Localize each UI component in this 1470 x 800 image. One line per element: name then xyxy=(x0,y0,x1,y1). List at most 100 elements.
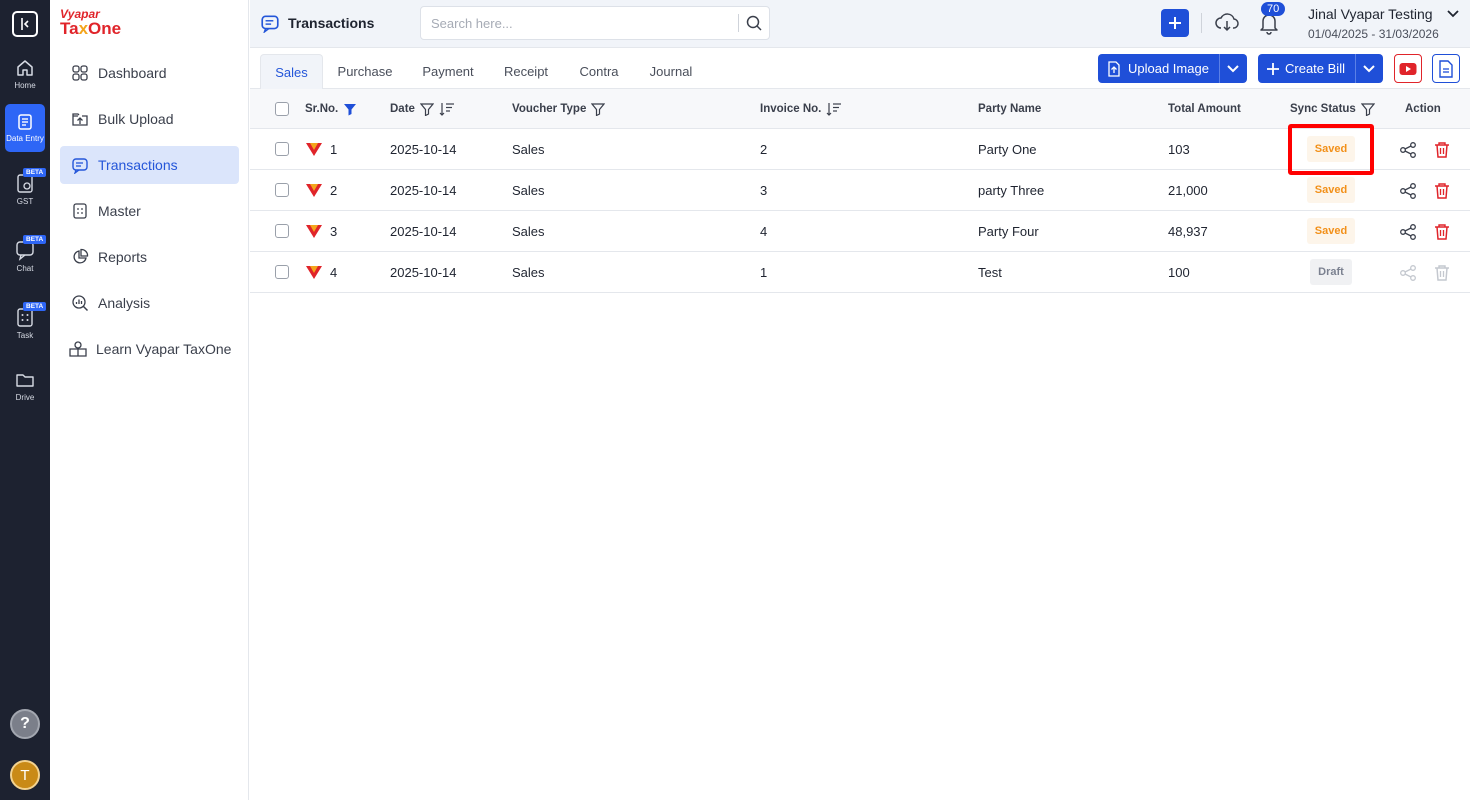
chevron-down-icon xyxy=(1363,64,1376,72)
filter-icon[interactable] xyxy=(1360,102,1375,116)
create-bill-button[interactable]: Create Bill xyxy=(1258,54,1383,83)
collapse-sidebar-icon[interactable] xyxy=(12,11,38,37)
row-checkbox[interactable] xyxy=(275,183,289,197)
create-bill-dropdown-toggle[interactable] xyxy=(1354,54,1383,83)
cell-sr-no: 2 xyxy=(330,182,338,198)
rail-item-chat[interactable]: BETA Chat xyxy=(0,235,50,274)
nav-item-bulk-upload[interactable]: Bulk Upload xyxy=(60,100,239,138)
rail-label: Drive xyxy=(15,393,35,402)
upload-icon xyxy=(70,109,90,129)
cell-sr-no: 1 xyxy=(330,141,338,157)
row-checkbox[interactable] xyxy=(275,265,289,279)
page-title: Transactions xyxy=(288,15,375,31)
delete-icon[interactable] xyxy=(1434,182,1450,203)
pie-chart-icon xyxy=(70,247,90,267)
cell-voucher-type: Sales xyxy=(512,182,545,198)
rail-item-task[interactable]: BETA Task xyxy=(0,302,50,341)
share-icon xyxy=(1399,264,1417,285)
nav-item-transactions[interactable]: Transactions xyxy=(60,146,239,184)
rail-item-data-entry[interactable]: Data Entry xyxy=(0,104,50,152)
nav-item-learn[interactable]: Learn Vyapar TaxOne xyxy=(60,330,239,368)
upload-image-button[interactable]: Upload Image xyxy=(1098,54,1247,83)
delete-icon[interactable] xyxy=(1434,141,1450,162)
table-row[interactable]: 3 2025-10-14 Sales 4 Party Four 48,937 S… xyxy=(250,211,1470,252)
column-total-amount: Total Amount xyxy=(1168,89,1241,129)
table-row[interactable]: 1 2025-10-14 Sales 2 Party One 103 Saved xyxy=(250,129,1470,170)
add-button[interactable] xyxy=(1161,9,1189,37)
share-icon[interactable] xyxy=(1399,141,1417,162)
nav-label: Dashboard xyxy=(98,65,167,81)
folder-icon xyxy=(16,374,34,387)
rail-label: GST xyxy=(16,197,34,206)
delete-icon[interactable] xyxy=(1434,223,1450,244)
avatar[interactable]: T xyxy=(10,760,40,790)
nav-item-reports[interactable]: Reports xyxy=(60,238,239,276)
header-divider xyxy=(1201,13,1202,33)
table-row[interactable]: 4 2025-10-14 Sales 1 Test 100 Draft xyxy=(250,252,1470,293)
sort-icon[interactable] xyxy=(439,101,455,117)
cloud-download-icon[interactable] xyxy=(1215,12,1239,37)
cell-party-name: party Three xyxy=(978,182,1045,198)
column-sync-status: Sync Status xyxy=(1290,89,1375,129)
filter-icon[interactable] xyxy=(591,102,606,116)
tab-sales[interactable]: Sales xyxy=(260,54,323,89)
cell-party-name: Party Four xyxy=(978,223,1039,239)
dashboard-icon xyxy=(70,63,90,83)
logo-bottom: TaxOne xyxy=(60,19,122,38)
filter-icon[interactable] xyxy=(419,102,434,116)
search-input[interactable] xyxy=(421,7,721,39)
tab-contra[interactable]: Contra xyxy=(570,54,628,89)
cell-date: 2025-10-14 xyxy=(390,223,457,239)
beta-badge: BETA xyxy=(23,235,47,244)
nav-label: Transactions xyxy=(98,157,178,173)
tab-journal[interactable]: Journal xyxy=(640,54,702,89)
row-checkbox[interactable] xyxy=(275,142,289,156)
vyapar-logo-icon xyxy=(305,129,323,169)
sort-icon[interactable] xyxy=(826,101,842,117)
nav-item-master[interactable]: Master xyxy=(60,192,239,230)
select-all-checkbox[interactable] xyxy=(275,102,289,116)
home-icon xyxy=(17,60,33,76)
tab-payment[interactable]: Payment xyxy=(412,54,484,89)
rail-item-drive[interactable]: Drive xyxy=(0,370,50,403)
beta-badge: BETA xyxy=(23,302,47,311)
chevron-down-icon[interactable] xyxy=(1446,8,1460,23)
tab-purchase[interactable]: Purchase xyxy=(330,54,400,89)
help-button[interactable]: ? xyxy=(10,709,40,739)
share-icon[interactable] xyxy=(1399,182,1417,203)
create-bill-label: Create Bill xyxy=(1285,61,1345,76)
document-button[interactable] xyxy=(1432,54,1460,83)
nav-item-dashboard[interactable]: Dashboard xyxy=(60,54,239,92)
nav-item-analysis[interactable]: Analysis xyxy=(60,284,239,322)
cell-invoice-no: 1 xyxy=(760,264,768,280)
company-name[interactable]: Jinal Vyapar Testing xyxy=(1308,6,1433,22)
filter-active-icon[interactable] xyxy=(343,102,357,116)
row-checkbox[interactable] xyxy=(275,224,289,238)
rail-item-home[interactable]: Home xyxy=(0,58,50,91)
share-icon[interactable] xyxy=(1399,223,1417,244)
youtube-icon xyxy=(1399,62,1417,75)
cell-party-name: Test xyxy=(978,264,1002,280)
youtube-button[interactable] xyxy=(1394,54,1422,83)
vyapar-logo-icon xyxy=(305,252,323,292)
column-label: Action xyxy=(1405,103,1441,115)
search-divider xyxy=(738,14,739,32)
tab-receipt[interactable]: Receipt xyxy=(496,54,556,89)
file-upload-icon xyxy=(1108,60,1120,77)
column-date: Date xyxy=(390,89,455,129)
master-icon xyxy=(70,201,90,221)
cell-date: 2025-10-14 xyxy=(390,141,457,157)
column-action: Action xyxy=(1405,89,1441,129)
table-row[interactable]: 2 2025-10-14 Sales 3 party Three 21,000 … xyxy=(250,170,1470,211)
cell-voucher-type: Sales xyxy=(512,141,545,157)
brand-logo[interactable]: Vyapar TaxOne xyxy=(60,7,121,39)
search-icon[interactable] xyxy=(745,14,763,35)
cell-voucher-type: Sales xyxy=(512,264,545,280)
icon-rail: Home Data Entry BETA GST BETA Chat BETA … xyxy=(0,0,50,800)
rail-item-gst[interactable]: BETA GST xyxy=(0,168,50,207)
nav-label: Master xyxy=(98,203,141,219)
cell-voucher-type: Sales xyxy=(512,223,545,239)
cell-invoice-no: 3 xyxy=(760,182,768,198)
upload-dropdown-toggle[interactable] xyxy=(1218,54,1247,83)
rail-label: Chat xyxy=(16,264,34,273)
